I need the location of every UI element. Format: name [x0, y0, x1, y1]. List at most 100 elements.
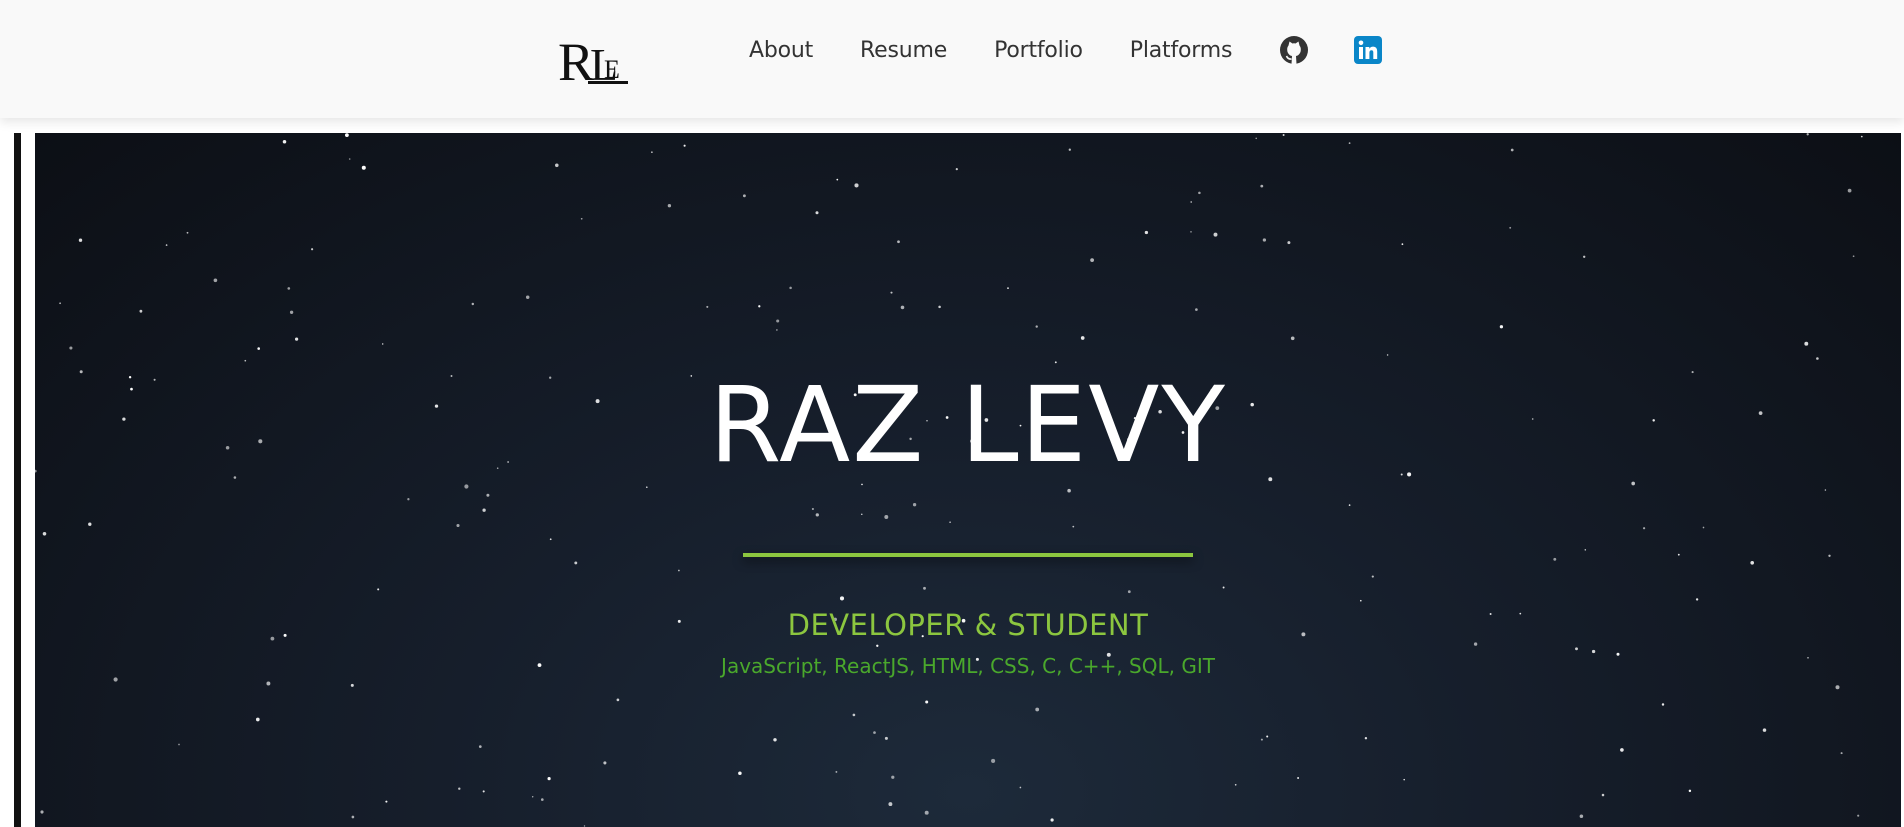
- star: [547, 777, 551, 781]
- star: [1835, 685, 1840, 690]
- star: [574, 561, 578, 565]
- star: [549, 538, 552, 541]
- star: [891, 775, 895, 779]
- star: [667, 204, 672, 208]
- nav-link-resume[interactable]: Resume: [860, 38, 947, 63]
- star: [1583, 255, 1586, 258]
- star: [1828, 554, 1831, 557]
- star: [1260, 184, 1264, 188]
- star: [1213, 232, 1218, 237]
- star: [165, 244, 168, 246]
- star: [186, 231, 189, 234]
- star: [478, 745, 482, 748]
- star: [873, 731, 876, 734]
- star: [1054, 361, 1057, 364]
- star: [1553, 557, 1557, 561]
- star: [758, 305, 761, 308]
- nav-link-platforms[interactable]: Platforms: [1130, 38, 1233, 63]
- nav-link-portfolio[interactable]: Portfolio: [994, 38, 1083, 63]
- star: [1473, 642, 1478, 646]
- github-icon[interactable]: [1279, 35, 1309, 65]
- star: [1190, 201, 1193, 203]
- star: [350, 683, 354, 687]
- star: [1297, 777, 1300, 779]
- hero-title: RAZ LEVY: [709, 364, 1227, 486]
- star: [255, 717, 260, 722]
- star: [1035, 325, 1038, 328]
- star: [776, 319, 780, 323]
- star: [385, 800, 388, 803]
- star: [464, 484, 469, 489]
- star: [1144, 230, 1149, 235]
- star: [1816, 357, 1819, 360]
- star: [1127, 590, 1131, 594]
- star: [876, 644, 879, 647]
- star: [113, 677, 118, 682]
- hero-skills: JavaScript, ReactJS, HTML, CSS, C, C++, …: [721, 654, 1215, 678]
- hero-subtitle: DEVELOPER & STUDENT: [787, 608, 1149, 642]
- nav-link-about[interactable]: About: [749, 38, 813, 63]
- top-navbar: R L E About Resume Portfolio Platforms: [0, 0, 1904, 118]
- star: [381, 343, 384, 345]
- star: [1401, 243, 1404, 246]
- star: [1262, 238, 1267, 242]
- star: [580, 217, 583, 220]
- star: [1348, 504, 1351, 506]
- star: [69, 346, 73, 350]
- nav-links: About Resume Portfolio Platforms: [749, 32, 1427, 68]
- star: [949, 521, 951, 524]
- star: [1266, 735, 1269, 738]
- hero-divider: [743, 553, 1193, 557]
- star: [1642, 527, 1646, 530]
- linkedin-icon[interactable]: [1353, 35, 1383, 65]
- star: [257, 347, 260, 350]
- star: [1661, 703, 1665, 706]
- star: [1857, 814, 1860, 817]
- star: [531, 796, 534, 798]
- star: [289, 310, 294, 314]
- star: [776, 329, 778, 331]
- star: [482, 790, 485, 793]
- star: [1762, 728, 1767, 732]
- star: [59, 302, 61, 305]
- star: [471, 302, 475, 306]
- star: [348, 158, 351, 160]
- star: [1050, 818, 1054, 822]
- star: [1067, 488, 1071, 493]
- star: [1260, 738, 1263, 741]
- star: [1677, 553, 1680, 556]
- star: [1198, 191, 1201, 195]
- star: [645, 486, 648, 489]
- star: [1840, 752, 1843, 755]
- star: [361, 165, 366, 170]
- star: [42, 532, 47, 536]
- star: [139, 309, 143, 313]
- star: [1601, 793, 1605, 797]
- star: [88, 522, 92, 526]
- star: [603, 761, 607, 765]
- star: [811, 507, 814, 511]
- star: [1268, 477, 1273, 482]
- star: [991, 758, 996, 763]
- star: [773, 738, 777, 742]
- star: [1403, 778, 1405, 781]
- star: [244, 359, 247, 362]
- star: [1499, 325, 1504, 329]
- star: [900, 305, 905, 310]
- star: [1007, 287, 1009, 289]
- star: [525, 295, 530, 300]
- site-logo[interactable]: R L E: [558, 28, 630, 88]
- star: [923, 586, 926, 590]
- star: [1068, 148, 1071, 151]
- star: [1386, 354, 1389, 356]
- star: [540, 798, 544, 801]
- star: [1035, 707, 1040, 712]
- star: [835, 770, 838, 773]
- star: [888, 802, 893, 807]
- star: [852, 713, 856, 717]
- star: [1695, 598, 1699, 601]
- star: [912, 503, 917, 507]
- star: [1804, 341, 1809, 346]
- star: [706, 305, 709, 308]
- star: [897, 240, 900, 244]
